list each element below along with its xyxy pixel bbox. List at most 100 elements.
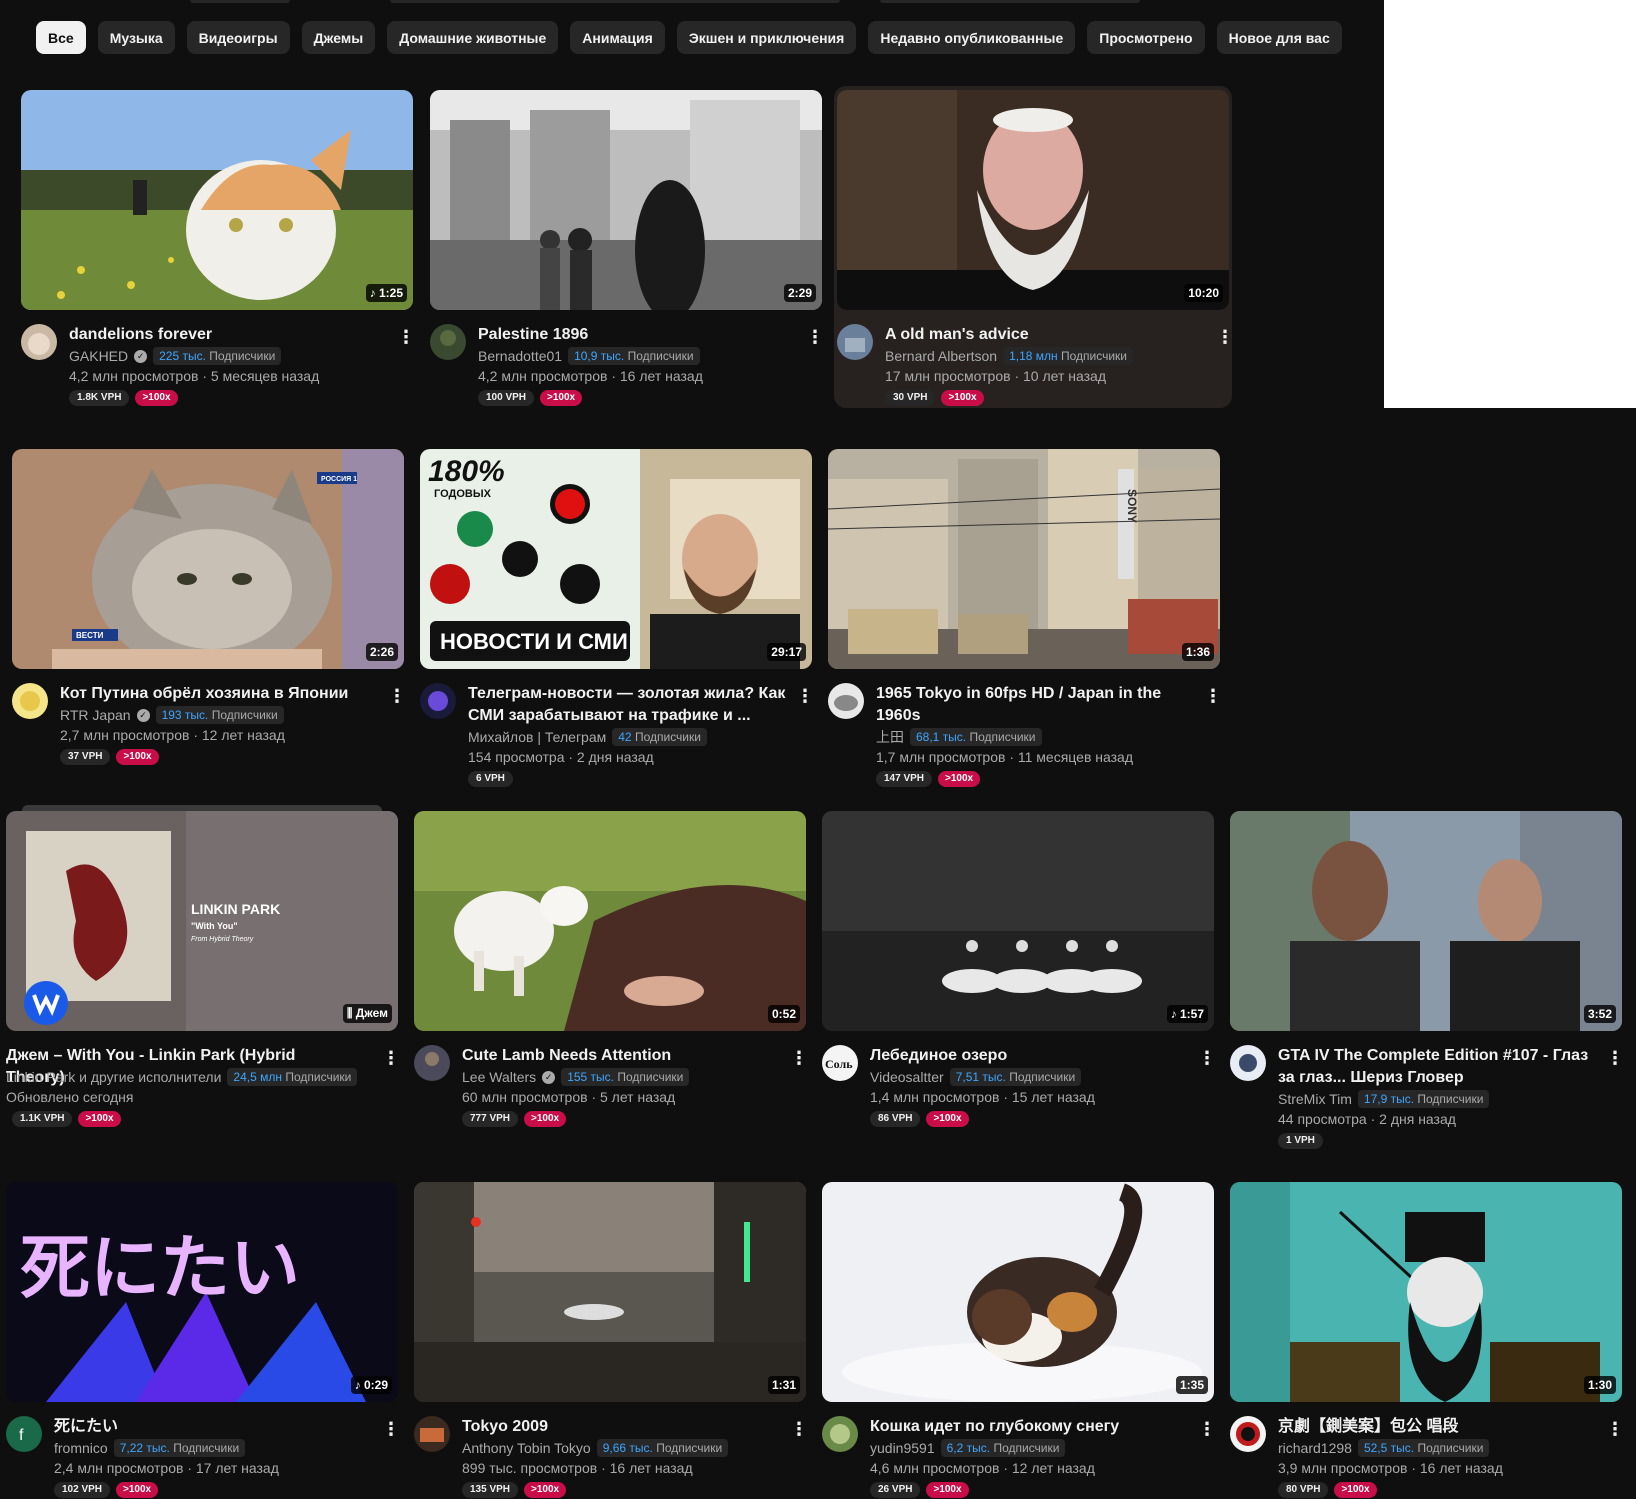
- channel-name[interactable]: Linkin Park и другие исполнители: [6, 1067, 221, 1087]
- video-thumbnail[interactable]: 3:52: [1230, 811, 1622, 1031]
- channel-avatar[interactable]: [414, 1045, 450, 1081]
- subscriber-badge: 52,5 тыс. Подписчики: [1357, 1439, 1490, 1457]
- chip-new-for-you[interactable]: Новое для вас: [1216, 21, 1342, 54]
- chip-all[interactable]: Все: [36, 21, 86, 54]
- channel-avatar[interactable]: [420, 683, 456, 719]
- chip-pets[interactable]: Домашние животные: [387, 21, 559, 54]
- video-thumbnail[interactable]: 死にたい ♪ 0:29: [6, 1182, 398, 1402]
- video-thumbnail[interactable]: РОССИЯ 1 ВЕСТИ 2:26: [12, 449, 404, 669]
- video-title[interactable]: dandelions forever: [69, 324, 389, 346]
- channel-name[interactable]: Bernadotte01: [478, 346, 562, 366]
- video-thumbnail[interactable]: 180% ГОДОВЫХ НОВОСТИ И СМИ 29:17: [420, 449, 812, 669]
- more-options-icon[interactable]: ⋮: [382, 1418, 400, 1440]
- video-thumbnail[interactable]: LINKIN PARK "With You" From Hybrid Theor…: [6, 811, 398, 1031]
- more-options-icon[interactable]: ⋮: [1216, 326, 1234, 348]
- more-options-icon[interactable]: ⋮: [806, 326, 824, 348]
- channel-name[interactable]: Lee Walters: [462, 1067, 536, 1087]
- more-options-icon[interactable]: ⋮: [790, 1047, 808, 1069]
- video-card[interactable]: РОССИЯ 1 ВЕСТИ 2:26 Кот Путина обрёл хоз…: [12, 449, 406, 769]
- channel-name[interactable]: 上田: [876, 727, 904, 747]
- video-stats: 44 просмотра · 2 дня назад: [1278, 1111, 1456, 1127]
- channel-name[interactable]: RTR Japan: [60, 705, 131, 725]
- video-card[interactable]: 3:52 GTA IV The Complete Edition #107 - …: [1230, 811, 1624, 1151]
- video-duration: 2:29: [783, 284, 816, 302]
- video-card[interactable]: 1:35 Кошка идет по глубокому снегу ⋮ yud…: [822, 1182, 1216, 1499]
- video-title[interactable]: Palestine 1896: [478, 324, 798, 346]
- channel-avatar[interactable]: [828, 683, 864, 719]
- channel-avatar[interactable]: f: [6, 1416, 42, 1452]
- video-card[interactable]: 1:31 Tokyo 2009 ⋮ Anthony Tobin Tokyo 9,6…: [414, 1182, 808, 1499]
- channel-name[interactable]: Михайлов | Телеграм: [468, 727, 606, 747]
- video-thumbnail[interactable]: SONY 1:36: [828, 449, 1220, 669]
- channel-avatar[interactable]: [414, 1416, 450, 1452]
- video-title[interactable]: Кот Путина обрёл хозяина в Японии: [60, 683, 380, 705]
- linkin-park-album-image: LINKIN PARK "With You" From Hybrid Theor…: [6, 811, 398, 1031]
- vph-badge: 147 VPH: [876, 771, 933, 787]
- channel-avatar[interactable]: [822, 1416, 858, 1452]
- video-thumbnail[interactable]: 2:29: [430, 90, 822, 310]
- channel-name[interactable]: GAKHED: [69, 346, 128, 366]
- video-thumbnail[interactable]: 1:35: [822, 1182, 1214, 1402]
- channel-avatar[interactable]: [837, 324, 873, 360]
- video-title[interactable]: 京劇【鍘美案】包公 唱段: [1278, 1416, 1598, 1438]
- video-title[interactable]: Телеграм-новости — золотая жила? Как СМИ…: [468, 683, 788, 727]
- more-options-icon[interactable]: ⋮: [1198, 1047, 1216, 1069]
- channel-avatar[interactable]: [430, 324, 466, 360]
- chip-recently-uploaded[interactable]: Недавно опубликованные: [868, 21, 1076, 54]
- more-options-icon[interactable]: ⋮: [1606, 1418, 1624, 1440]
- more-options-icon[interactable]: ⋮: [382, 1047, 400, 1069]
- video-card-hovered[interactable]: 10:20 A old man's advice ⋮ Bernard Alber…: [834, 86, 1234, 408]
- channel-name[interactable]: richard1298: [1278, 1438, 1352, 1458]
- channel-avatar[interactable]: [1230, 1416, 1266, 1452]
- more-options-icon[interactable]: ⋮: [790, 1418, 808, 1440]
- chip-watched[interactable]: Просмотрено: [1087, 21, 1205, 54]
- channel-name[interactable]: Videosaltter: [870, 1067, 944, 1087]
- video-title[interactable]: Cute Lamb Needs Attention: [462, 1045, 782, 1067]
- video-thumbnail[interactable]: ♪ 1:25: [21, 90, 413, 310]
- old-man-webcam-image: [837, 90, 1229, 310]
- video-title[interactable]: A old man's advice: [885, 324, 1205, 346]
- more-options-icon[interactable]: ⋮: [796, 685, 814, 707]
- channel-avatar[interactable]: [1230, 1045, 1266, 1081]
- chip-jams[interactable]: Джемы: [301, 21, 376, 54]
- more-options-icon[interactable]: ⋮: [1606, 1047, 1624, 1069]
- chip-videogames[interactable]: Видеоигры: [186, 21, 290, 54]
- video-card[interactable]: LINKIN PARK "With You" From Hybrid Theor…: [6, 805, 400, 1131]
- channel-avatar[interactable]: [12, 683, 48, 719]
- video-card[interactable]: 180% ГОДОВЫХ НОВОСТИ И СМИ 29:17 Телегра…: [420, 449, 814, 789]
- video-thumbnail[interactable]: 1:31: [414, 1182, 806, 1402]
- video-title[interactable]: 死にたい: [54, 1416, 374, 1438]
- video-title[interactable]: Лебединое озеро: [870, 1045, 1190, 1067]
- jam-icon: ⫼: [346, 1006, 356, 1020]
- more-options-icon[interactable]: ⋮: [1198, 1418, 1216, 1440]
- video-card[interactable]: 0:52 Cute Lamb Needs Attention ⋮ Lee Wal…: [414, 811, 808, 1131]
- top-edge-sliver: [880, 0, 1140, 3]
- more-options-icon[interactable]: ⋮: [1204, 685, 1222, 707]
- chip-animation[interactable]: Анимация: [570, 21, 665, 54]
- video-title[interactable]: Tokyo 2009: [462, 1416, 782, 1438]
- chip-music[interactable]: Музыка: [97, 21, 175, 54]
- chip-action-adventure[interactable]: Экшен и приключения: [676, 21, 857, 54]
- channel-avatar[interactable]: [21, 324, 57, 360]
- video-card[interactable]: 2:29 Palestine 1896 ⋮ Bernadotte01 10,9 т…: [430, 90, 824, 408]
- video-card[interactable]: ♪ 1:25 dandelions forever ⋮ GAKHED ✓ 225 т…: [21, 90, 415, 408]
- channel-avatar[interactable]: Соль: [822, 1045, 858, 1081]
- video-title[interactable]: 1965 Tokyo in 60fps HD / Japan in the 19…: [876, 683, 1196, 727]
- video-thumbnail[interactable]: 1:30: [1230, 1182, 1622, 1402]
- channel-name[interactable]: Bernard Albertson: [885, 346, 997, 366]
- video-title[interactable]: GTA IV The Complete Edition #107 - Глаз …: [1278, 1045, 1598, 1089]
- channel-name[interactable]: Anthony Tobin Tokyo: [462, 1438, 591, 1458]
- video-thumbnail[interactable]: 10:20: [837, 90, 1229, 310]
- video-card[interactable]: SONY 1:36 1965 Tokyo in 60fps HD / Japan…: [828, 449, 1222, 789]
- video-card[interactable]: 死にたい ♪ 0:29 f 死にたい ⋮ fromnico 7,22 тыс. П…: [6, 1182, 400, 1499]
- more-options-icon[interactable]: ⋮: [397, 326, 415, 348]
- video-title[interactable]: Кошка идет по глубокому снегу: [870, 1416, 1190, 1438]
- more-options-icon[interactable]: ⋮: [388, 685, 406, 707]
- channel-name[interactable]: StreMix Tim: [1278, 1089, 1352, 1109]
- video-card[interactable]: ♪ 1:57 Соль Лебединое озеро ⋮ Videosaltt…: [822, 811, 1216, 1131]
- video-thumbnail[interactable]: 0:52: [414, 811, 806, 1031]
- channel-name[interactable]: fromnico: [54, 1438, 108, 1458]
- video-card[interactable]: 1:30 京劇【鍘美案】包公 唱段 ⋮ richard1298 52,5 тыс.…: [1230, 1182, 1624, 1499]
- video-thumbnail[interactable]: ♪ 1:57: [822, 811, 1214, 1031]
- channel-name[interactable]: yudin9591: [870, 1438, 935, 1458]
